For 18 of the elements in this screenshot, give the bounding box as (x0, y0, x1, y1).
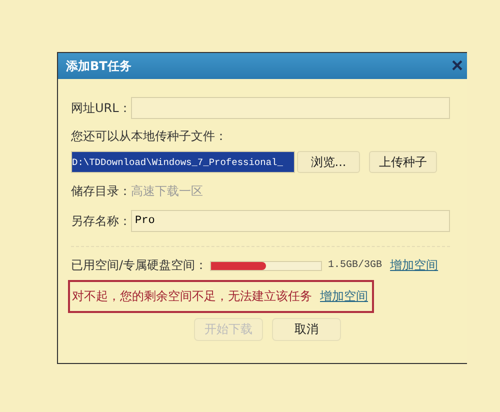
space-reading: 1.5GB/3GB (328, 260, 382, 271)
window-title: 添加BT任务 (66, 58, 132, 74)
close-button[interactable]: × (451, 56, 467, 76)
url-label: 网址URL： (71, 100, 131, 116)
add-space-link[interactable]: 增加空间 (390, 257, 438, 274)
add-space-link[interactable]: 增加空间 (320, 288, 368, 305)
save-name-label: 另存名称： (71, 212, 131, 230)
torrent-path-field[interactable]: D:\TDDownload\Windows_7_Professional_ (71, 151, 295, 173)
local-torrent-hint: 您还可以从本地传种子文件： (71, 128, 227, 145)
dialog-button[interactable]: 取消 (272, 318, 341, 341)
upload-torrent-button[interactable]: 上传种子 (369, 151, 437, 173)
save-name-field[interactable]: Pro (131, 210, 450, 232)
space-label: 已用空间/专属硬盘空间： (71, 257, 208, 274)
error-message: 对不起，您的剩余空间不足，无法建立该任务 (72, 288, 312, 305)
url-field[interactable] (130, 97, 450, 119)
browse-button[interactable]: 浏览... (297, 151, 360, 173)
storage-value: 高速下载一区 (131, 183, 203, 200)
storage-label: 储存目录： (71, 183, 131, 200)
